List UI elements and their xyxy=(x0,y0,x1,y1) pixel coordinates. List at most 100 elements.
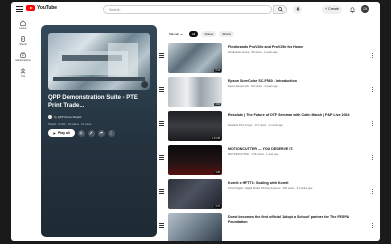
more-icon xyxy=(110,131,112,135)
video-meta: Flexibrands Group · 89 views · 3 years a… xyxy=(228,51,278,54)
home-icon xyxy=(20,20,26,26)
you-icon xyxy=(20,68,26,74)
search-input[interactable]: Search xyxy=(103,5,272,14)
edit-button[interactable] xyxy=(87,129,95,137)
playlist-meta: Playlist · Public · 30 videos · 31 views xyxy=(48,123,92,126)
rail-item-you[interactable]: You xyxy=(11,68,35,78)
drag-handle-icon[interactable] xyxy=(159,189,164,195)
video-duration: 1:21:35 xyxy=(211,137,221,140)
share-icon xyxy=(99,131,103,134)
play-all-label: Play all xyxy=(58,131,70,135)
add-button[interactable] xyxy=(77,129,85,137)
list-item[interactable]: 2:47 Kornit x HFTT1: Scaling with Kornit… xyxy=(155,176,380,210)
list-item[interactable]: 1:05 MOTIONCUTTER — YOU DESERVE IT. MOTI… xyxy=(155,142,380,176)
play-icon xyxy=(53,131,56,135)
top-bar: YouTube Search + Create CN xyxy=(11,2,380,17)
video-thumbnail[interactable]: 1:21:35 xyxy=(168,111,222,141)
drag-handle-icon[interactable] xyxy=(159,223,164,229)
rail-item-subscriptions[interactable]: Subscriptions xyxy=(11,52,35,62)
video-title[interactable]: Dorst becomes the first official 'Adopt … xyxy=(228,215,368,224)
more-icon[interactable] xyxy=(372,53,374,59)
video-thumbnail[interactable] xyxy=(168,213,222,241)
video-title[interactable]: Resolute | The Future of DTF Seminar wit… xyxy=(228,113,368,118)
video-meta: Epson Europe AG · 1M views · 4 years ago xyxy=(228,85,278,88)
more-icon[interactable] xyxy=(372,87,374,93)
video-views: 160 views · 3 months ago xyxy=(282,187,313,190)
search-button[interactable] xyxy=(273,5,287,14)
filter-chips: Manual All Videos Shorts xyxy=(166,31,234,37)
video-duration: 1:05 xyxy=(214,171,221,174)
video-title[interactable]: Kornit x HFTT1: Scaling with Kornit xyxy=(228,181,368,186)
drag-handle-icon[interactable] xyxy=(159,155,164,161)
playlist-title: QPP Demonstration Suite - PTE Print Trad… xyxy=(48,95,138,109)
video-channel: Epson Europe AG xyxy=(228,85,249,88)
owner-avatar xyxy=(48,115,52,119)
rail-label: You xyxy=(20,75,26,78)
video-views: 89 views · 3 years ago xyxy=(251,51,278,54)
playlist-owner[interactable]: by QPP Demo Playlist xyxy=(48,115,81,119)
create-button[interactable]: + Create xyxy=(322,5,342,14)
list-item[interactable]: 3:02 Epson SureColor SC-F560 - Introduct… xyxy=(155,74,380,108)
more-icon[interactable] xyxy=(372,155,374,161)
sort-label: Manual xyxy=(169,32,179,36)
play-all-button[interactable]: Play all xyxy=(48,129,75,137)
share-button[interactable] xyxy=(97,129,105,137)
logo-text: YouTube xyxy=(37,5,57,11)
bell-icon xyxy=(350,6,354,13)
rail-item-shorts[interactable]: Shorts xyxy=(11,36,35,46)
pencil-icon xyxy=(89,131,93,135)
list-item[interactable]: 2:14 Flexibrands ProV40e and ProV25e for… xyxy=(155,40,380,74)
video-thumbnail[interactable]: 1:05 xyxy=(168,145,222,175)
youtube-screen: YouTube Search + Create CN Home Shorts S… xyxy=(11,2,380,241)
chevron-down-icon xyxy=(180,33,183,35)
drag-handle-icon[interactable] xyxy=(159,53,164,59)
video-meta: MOTIONCUTTER · 1.5K views · 1 year ago xyxy=(228,153,279,156)
drag-handle-icon[interactable] xyxy=(159,121,164,127)
drag-handle-icon[interactable] xyxy=(159,87,164,93)
list-item[interactable]: Dorst becomes the first official 'Adopt … xyxy=(155,210,380,241)
video-channel: Flexibrands Group xyxy=(228,51,250,54)
plus-icon xyxy=(79,131,83,135)
playlist-thumbnail[interactable] xyxy=(48,33,150,90)
video-channel: Resolute Print Group xyxy=(228,124,253,127)
video-duration: 2:47 xyxy=(214,205,221,208)
mic-icon xyxy=(295,7,300,11)
youtube-play-icon xyxy=(26,5,35,11)
more-icon[interactable] xyxy=(372,189,374,195)
rail-label: Home xyxy=(19,27,27,30)
video-title[interactable]: Flexibrands ProV40e and ProV25e for Home xyxy=(228,45,368,50)
subscriptions-icon xyxy=(20,52,26,58)
more-icon[interactable] xyxy=(372,121,374,127)
avatar[interactable]: CN xyxy=(361,5,369,13)
chip-videos[interactable]: Videos xyxy=(201,31,217,37)
more-icon[interactable] xyxy=(372,223,374,229)
video-thumbnail[interactable]: 2:14 xyxy=(168,43,222,73)
list-item[interactable]: 1:21:35 Resolute | The Future of DTF Sem… xyxy=(155,108,380,142)
owner-name: by QPP Demo Playlist xyxy=(54,115,82,119)
video-views: 171 views · 1 month ago xyxy=(254,124,283,127)
video-channel: MOTIONCUTTER xyxy=(228,153,249,156)
menu-icon[interactable] xyxy=(16,6,23,12)
video-views: 1M views · 4 years ago xyxy=(251,85,278,88)
video-thumbnail[interactable]: 3:02 xyxy=(168,77,222,107)
shorts-icon xyxy=(21,36,25,42)
video-thumbnail[interactable]: 2:47 xyxy=(168,179,222,209)
playlist-panel: QPP Demonstration Suite - PTE Print Trad… xyxy=(41,25,157,237)
chip-shorts[interactable]: Shorts xyxy=(219,31,234,37)
rail-label: Shorts xyxy=(19,43,27,46)
device-frame: YouTube Search + Create CN Home Shorts S… xyxy=(0,0,391,244)
notifications-button[interactable] xyxy=(348,5,356,14)
video-views: 1.5K views · 1 year ago xyxy=(251,153,279,156)
chip-all[interactable]: All xyxy=(188,31,199,37)
video-title[interactable]: Epson SureColor SC-F560 - Introduction xyxy=(228,79,368,84)
sort-dropdown[interactable]: Manual xyxy=(166,31,186,37)
more-options-button[interactable] xyxy=(107,129,115,137)
edit-icon[interactable] xyxy=(141,81,148,88)
youtube-logo[interactable]: YouTube xyxy=(26,5,57,11)
playlist-actions: Play all xyxy=(48,129,115,137)
video-title[interactable]: MOTIONCUTTER — YOU DESERVE IT. xyxy=(228,147,368,152)
video-meta: Kornit Digital - Digital Textile Printin… xyxy=(228,187,313,190)
voice-search-button[interactable] xyxy=(293,5,302,14)
search-icon xyxy=(277,7,283,12)
rail-item-home[interactable]: Home xyxy=(11,20,35,30)
